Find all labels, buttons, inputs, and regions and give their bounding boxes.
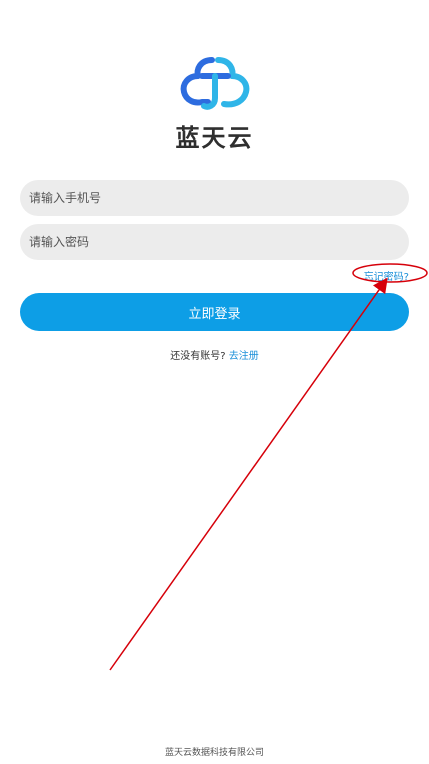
no-account-text: 还没有账号? xyxy=(170,351,226,362)
register-row: 还没有账号? 去注册 xyxy=(0,347,429,362)
password-input[interactable] xyxy=(20,224,409,260)
brand-name: 蓝天云 xyxy=(175,124,254,152)
login-button[interactable]: 立即登录 xyxy=(20,293,409,331)
forgot-password-link[interactable]: 忘记密码? xyxy=(364,268,409,283)
register-link[interactable]: 去注册 xyxy=(229,351,259,362)
company-footer: 蓝天云数据科技有限公司 xyxy=(164,748,264,758)
cloud-logo-icon xyxy=(180,57,250,110)
annotation-overlay xyxy=(109,263,428,671)
annotation-arrow xyxy=(109,277,388,671)
phone-input[interactable] xyxy=(20,180,409,216)
